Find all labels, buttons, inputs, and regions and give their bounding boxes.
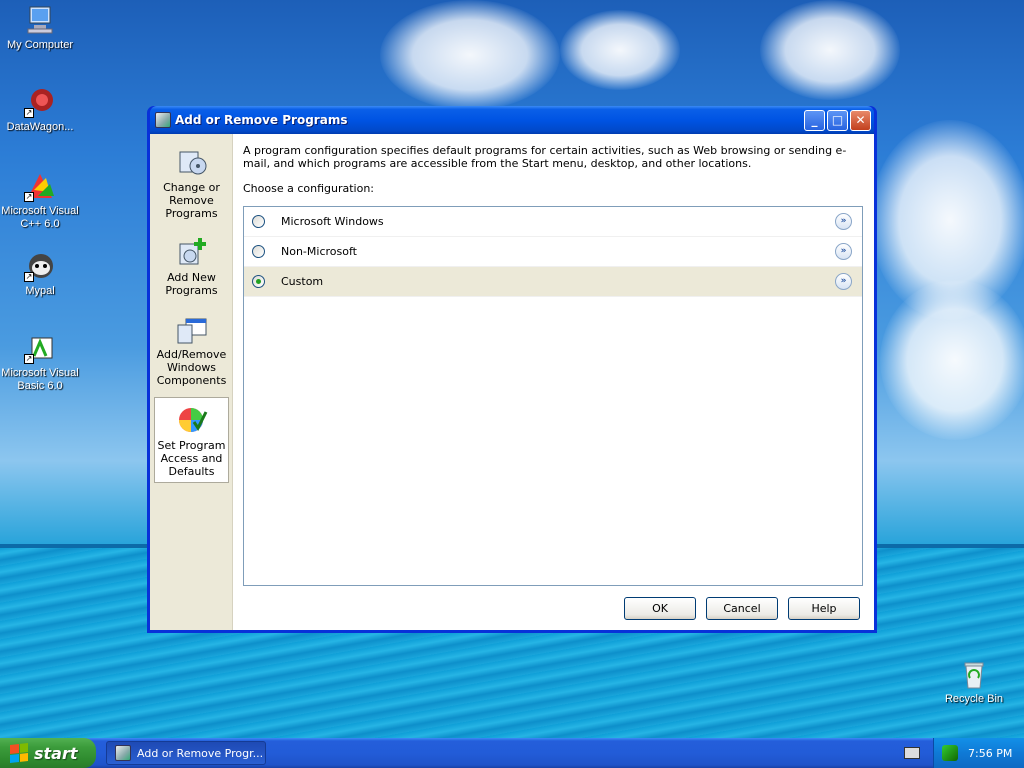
radio-button[interactable] bbox=[252, 215, 265, 228]
desktop-icon-label: DataWagon... bbox=[6, 121, 74, 133]
taskbar-button-add-remove-programs[interactable]: Add or Remove Progr... bbox=[106, 741, 266, 765]
configuration-list: Microsoft Windows » Non-Microsoft » Cust… bbox=[243, 206, 863, 586]
help-button[interactable]: Help bbox=[788, 597, 860, 620]
sidebar-item-label: Change or Remove Programs bbox=[163, 181, 220, 220]
desktop-icon-recycle-bin[interactable]: Recycle Bin bbox=[934, 658, 1014, 706]
sidebar: Change or Remove Programs Add New Progra… bbox=[150, 134, 233, 630]
config-option-label: Microsoft Windows bbox=[281, 215, 384, 228]
clock[interactable]: 7:56 PM bbox=[968, 747, 1012, 760]
cloud bbox=[380, 0, 560, 110]
main-panel: A program configuration specifies defaul… bbox=[233, 134, 874, 630]
sidebar-item-label: Set Program Access and Defaults bbox=[157, 439, 226, 478]
desktop-icon-label: Microsoft Visual C++ 6.0 bbox=[1, 205, 79, 230]
desktop-icon-label: Microsoft Visual Basic 6.0 bbox=[1, 367, 79, 392]
add-new-programs-icon bbox=[176, 236, 208, 268]
visual-basic-icon: ↗ bbox=[24, 332, 56, 364]
sidebar-item-label: Add New Programs bbox=[165, 271, 218, 297]
minimize-button[interactable]: _ bbox=[804, 109, 825, 131]
start-button[interactable]: start bbox=[0, 738, 96, 768]
desktop-icon-my-computer[interactable]: My Computer bbox=[0, 4, 80, 52]
cloud bbox=[760, 0, 900, 100]
cloud bbox=[560, 10, 680, 90]
datawagon-icon: ↗ bbox=[24, 86, 56, 118]
sidebar-item-label: Add/Remove Windows Components bbox=[156, 348, 227, 387]
computer-icon bbox=[24, 4, 56, 36]
visual-cpp-icon: ↗ bbox=[24, 170, 56, 202]
dialog-buttons: OK Cancel Help bbox=[624, 597, 860, 620]
window-title: Add or Remove Programs bbox=[175, 113, 348, 127]
radio-button[interactable] bbox=[252, 245, 265, 258]
add-remove-programs-window: Add or Remove Programs _ □ ✕ Change or R… bbox=[147, 106, 877, 633]
ok-button[interactable]: OK bbox=[624, 597, 696, 620]
desktop-icon-visual-basic[interactable]: ↗ Microsoft Visual Basic 6.0 bbox=[0, 332, 80, 393]
cancel-button[interactable]: Cancel bbox=[706, 597, 778, 620]
config-option-label: Custom bbox=[281, 275, 324, 288]
start-label: start bbox=[34, 743, 78, 763]
desktop-icon-visual-cpp[interactable]: ↗ Microsoft Visual C++ 6.0 bbox=[0, 170, 80, 231]
chevron-down-icon[interactable]: » bbox=[835, 243, 852, 260]
radio-button[interactable] bbox=[252, 275, 265, 288]
config-option-label: Non-Microsoft bbox=[281, 245, 357, 258]
sidebar-item-change-remove[interactable]: Change or Remove Programs bbox=[154, 140, 229, 224]
config-option-non-microsoft[interactable]: Non-Microsoft » bbox=[244, 237, 862, 267]
window-client-area: Change or Remove Programs Add New Progra… bbox=[150, 134, 874, 630]
program-access-icon bbox=[176, 404, 208, 436]
window-titlebar[interactable]: Add or Remove Programs _ □ ✕ bbox=[150, 106, 874, 134]
taskbar: start Add or Remove Progr... 7:56 PM bbox=[0, 738, 1024, 768]
desktop-icon-datawagon[interactable]: ↗ DataWagon... bbox=[0, 86, 80, 134]
config-option-custom[interactable]: Custom » bbox=[244, 267, 862, 297]
config-option-microsoft-windows[interactable]: Microsoft Windows » bbox=[244, 207, 862, 237]
taskbar-button-label: Add or Remove Progr... bbox=[137, 746, 264, 760]
close-button[interactable]: ✕ bbox=[850, 109, 871, 131]
chevron-down-icon[interactable]: » bbox=[835, 273, 852, 290]
keyboard-icon[interactable] bbox=[904, 747, 920, 759]
sidebar-item-add-new[interactable]: Add New Programs bbox=[154, 230, 229, 301]
windows-components-icon bbox=[176, 313, 208, 345]
mypal-icon: ↗ bbox=[24, 250, 56, 282]
system-tray: 7:56 PM bbox=[933, 738, 1024, 768]
network-icon[interactable] bbox=[942, 745, 958, 761]
cloud bbox=[880, 280, 1024, 440]
change-remove-icon bbox=[176, 146, 208, 178]
choose-configuration-label: Choose a configuration: bbox=[243, 182, 375, 195]
maximize-button[interactable]: □ bbox=[827, 109, 848, 131]
configuration-description: A program configuration specifies defaul… bbox=[243, 144, 847, 170]
chevron-down-icon[interactable]: » bbox=[835, 213, 852, 230]
add-remove-programs-icon bbox=[155, 112, 171, 128]
recycle-bin-icon bbox=[958, 658, 990, 690]
desktop-icon-label: Recycle Bin bbox=[944, 693, 1004, 705]
desktop-icon-mypal[interactable]: ↗ Mypal bbox=[0, 250, 80, 298]
windows-logo-icon bbox=[10, 743, 28, 763]
desktop-icon-label: My Computer bbox=[6, 39, 74, 51]
sidebar-item-program-access[interactable]: Set Program Access and Defaults bbox=[154, 397, 229, 483]
sidebar-item-windows-components[interactable]: Add/Remove Windows Components bbox=[154, 307, 229, 391]
add-remove-programs-icon bbox=[115, 745, 131, 761]
desktop-icon-label: Mypal bbox=[25, 285, 55, 297]
